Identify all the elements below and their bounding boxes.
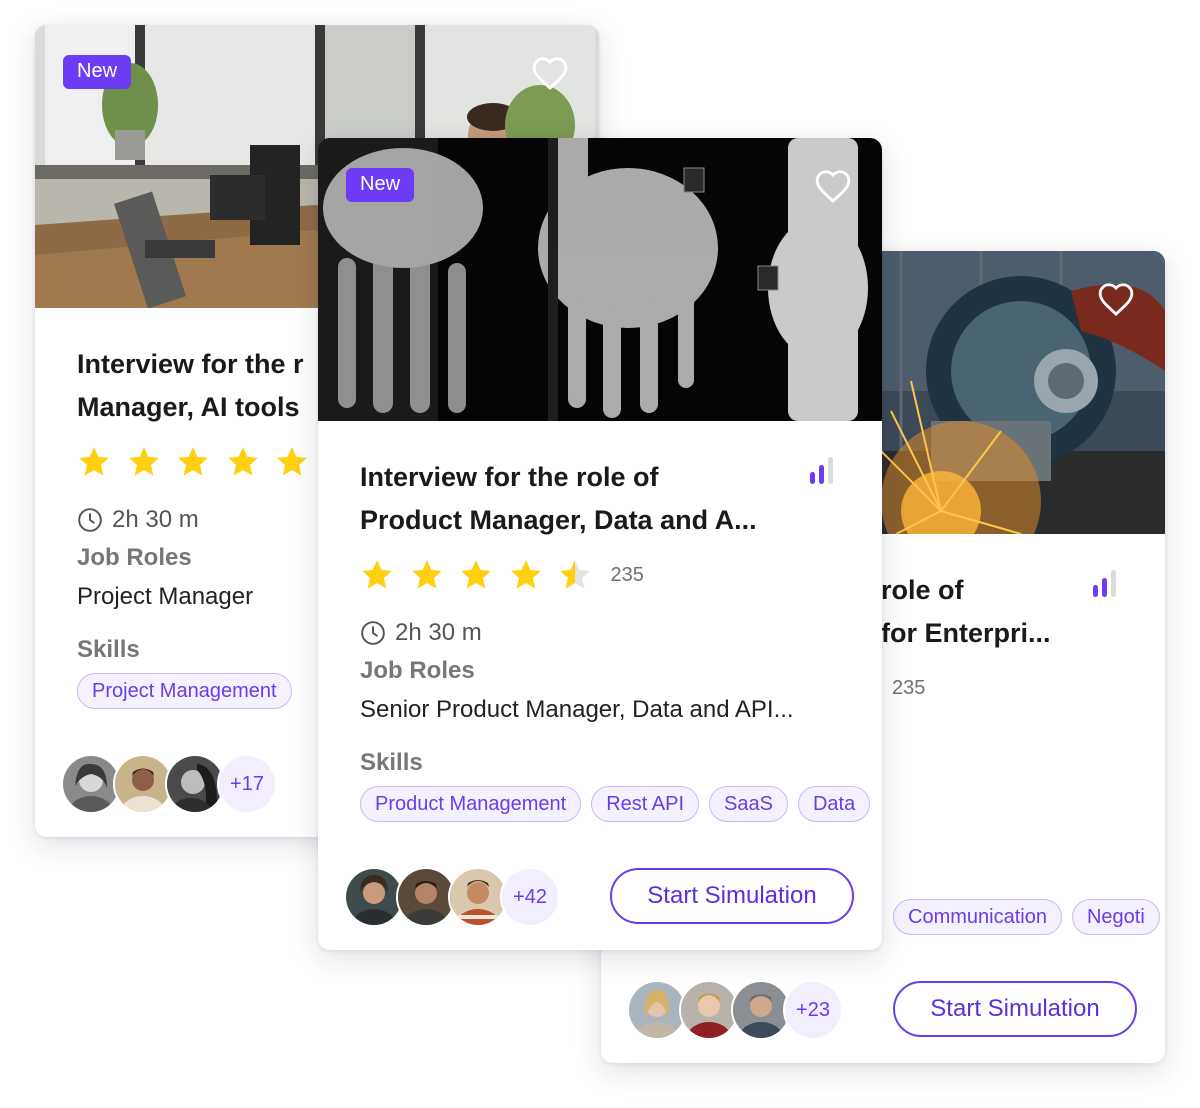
new-badge: New — [346, 168, 415, 202]
star-icon — [227, 447, 258, 476]
simulation-card[interactable]: New Interview for the role of Product Ma… — [318, 138, 882, 950]
star-icon — [510, 560, 541, 589]
difficulty-level-icon — [810, 457, 833, 484]
duration: 2h 30 m — [360, 619, 482, 647]
job-roles-value: Project Manager — [77, 583, 254, 610]
clock-icon — [361, 621, 385, 645]
avatar — [113, 754, 173, 814]
skill-chip[interactable]: Product Management — [360, 786, 582, 822]
participants: +17 — [61, 754, 277, 814]
more-participants-count: +42 — [500, 867, 560, 927]
job-roles-label: Job Roles — [360, 657, 475, 684]
avatar — [679, 980, 739, 1040]
more-participants-count: +17 — [217, 754, 277, 814]
duration: 2h 30 m — [77, 506, 199, 534]
rating-count: 235 — [892, 676, 926, 699]
new-badge: New — [63, 55, 132, 89]
avatar — [165, 754, 225, 814]
avatar — [731, 980, 791, 1040]
job-roles-label: Job Roles — [77, 544, 192, 571]
more-participants-count: +23 — [783, 980, 843, 1040]
start-simulation-button[interactable]: Start Simulation — [610, 868, 854, 924]
skills-label: Skills — [77, 636, 140, 663]
avatar — [61, 754, 121, 814]
star-rating — [77, 445, 325, 479]
star-icon — [461, 560, 491, 589]
clock-icon — [78, 508, 102, 532]
skills-list: Communication Negoti — [893, 899, 1165, 935]
star-rating: 235 — [360, 558, 644, 592]
skill-chip[interactable]: Rest API — [591, 786, 700, 822]
participants: +23 — [627, 980, 843, 1040]
favorite-heart-icon[interactable] — [531, 55, 569, 91]
star-icon — [79, 447, 109, 476]
star-icon — [411, 560, 442, 589]
avatar — [448, 867, 508, 927]
star-half-icon — [560, 560, 590, 589]
job-roles-value: Senior Product Manager, Data and API... — [360, 696, 794, 723]
rating-count: 235 — [610, 563, 644, 586]
skill-chip[interactable]: Communication — [893, 899, 1062, 935]
card-title: role of for Enterpri... — [881, 575, 1051, 648]
favorite-heart-icon[interactable] — [814, 168, 852, 204]
star-icon — [178, 447, 208, 476]
participants: +42 — [344, 867, 560, 927]
skill-chip[interactable]: Negoti — [1071, 899, 1160, 935]
card-title: Interview for the role of Product Manage… — [360, 462, 757, 535]
star-icon — [362, 560, 392, 589]
avatar — [627, 980, 687, 1040]
avatar — [344, 867, 404, 927]
start-simulation-button[interactable]: Start Simulation — [893, 981, 1137, 1037]
star-icon — [128, 447, 159, 476]
duration-text: 2h 30 m — [112, 506, 199, 533]
star-rating: 235 — [889, 671, 925, 705]
avatar — [396, 867, 456, 927]
duration-text: 2h 30 m — [395, 619, 482, 646]
favorite-heart-icon[interactable] — [1097, 281, 1135, 317]
skills-list: Project Management — [77, 673, 302, 709]
skill-chip[interactable]: Data — [797, 786, 871, 822]
skills-list: Product Management Rest API SaaS Data — [360, 786, 880, 822]
difficulty-level-icon — [1093, 570, 1116, 597]
skill-chip[interactable]: SaaS — [709, 786, 788, 822]
star-icon — [277, 447, 307, 476]
skill-chip[interactable]: Project Management — [77, 673, 292, 709]
skills-label: Skills — [360, 749, 423, 776]
